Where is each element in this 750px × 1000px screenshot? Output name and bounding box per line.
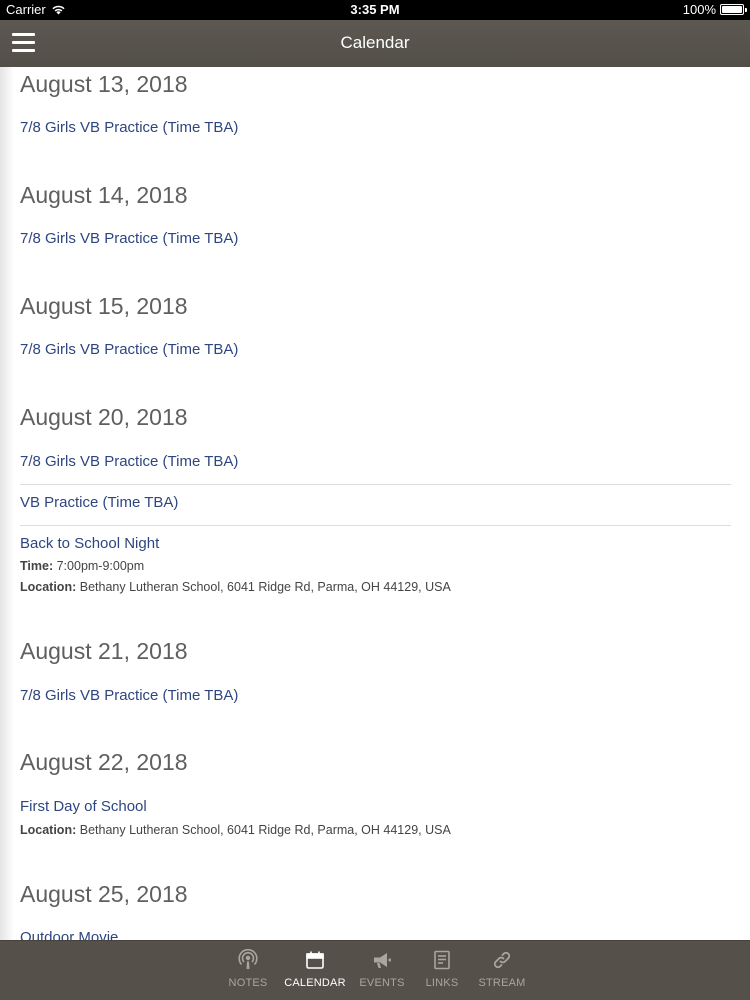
event-time: Time: 7:00pm-9:00pm [20, 559, 144, 573]
battery-group: 100% [682, 2, 747, 17]
day-heading: August 13, 2018 [20, 71, 188, 97]
event-location: Location: Bethany Lutheran School, 6041 … [20, 823, 451, 837]
calendar-icon [306, 951, 324, 969]
event-link[interactable]: Back to School Night [20, 535, 159, 552]
event-divider [20, 525, 731, 526]
megaphone-icon [374, 953, 391, 968]
tab-label: STREAM [478, 977, 526, 989]
day-heading: August 22, 2018 [20, 749, 188, 775]
day-heading: August 25, 2018 [20, 881, 188, 907]
tab-stream[interactable]: STREAM [472, 941, 532, 1000]
day-heading: August 20, 2018 [20, 404, 188, 430]
tab-label: EVENTS [359, 977, 405, 989]
page-title: Calendar [340, 33, 410, 52]
status-time: 3:35 PM [350, 2, 400, 17]
event-link[interactable]: First Day of School [20, 798, 147, 815]
tab-events[interactable]: EVENTS [352, 941, 412, 1000]
tab-links[interactable]: LINKS [412, 941, 472, 1000]
day-heading: August 21, 2018 [20, 638, 188, 664]
document-icon [434, 950, 450, 970]
status-bar: Carrier 3:35 PM 100% [0, 0, 750, 20]
battery-percent: 100% [682, 2, 716, 17]
event-link[interactable]: 7/8 Girls VB Practice (Time TBA) [20, 119, 238, 136]
event-link[interactable]: VB Practice (Time TBA) [20, 494, 178, 511]
link-icon [493, 951, 511, 969]
event-time-value: 7:00pm-9:00pm [56, 559, 145, 573]
tab-label: CALENDAR [284, 977, 346, 989]
event-divider [20, 484, 731, 485]
event-time-label: Time: [20, 559, 54, 573]
event-link[interactable]: 7/8 Girls VB Practice (Time TBA) [20, 230, 238, 247]
tab-calendar[interactable]: CALENDAR [278, 941, 352, 1000]
event-location-value: Bethany Lutheran School, 6041 Ridge Rd, … [79, 823, 451, 837]
event-location: Location: Bethany Lutheran School, 6041 … [20, 580, 451, 594]
tab-label: LINKS [425, 977, 459, 989]
battery-icon [720, 4, 747, 15]
podcast-icon [238, 949, 258, 969]
tab-bar: NOTES CALENDAR EVENTS LINKS STREAM [0, 940, 750, 1000]
day-heading: August 14, 2018 [20, 182, 188, 208]
event-location-label: Location: [20, 823, 77, 837]
calendar-list[interactable]: August 13, 2018 7/8 Girls VB Practice (T… [0, 67, 750, 940]
day-heading: August 15, 2018 [20, 293, 188, 319]
event-link[interactable]: Outdoor Movie [20, 929, 118, 940]
event-link[interactable]: 7/8 Girls VB Practice (Time TBA) [20, 453, 238, 470]
event-location-value: Bethany Lutheran School, 6041 Ridge Rd, … [79, 580, 451, 594]
event-link[interactable]: 7/8 Girls VB Practice (Time TBA) [20, 687, 238, 704]
event-location-label: Location: [20, 580, 77, 594]
nav-bar: Calendar [0, 20, 750, 67]
tab-notes[interactable]: NOTES [218, 941, 278, 1000]
event-link[interactable]: 7/8 Girls VB Practice (Time TBA) [20, 341, 238, 358]
tab-label: NOTES [228, 977, 268, 989]
